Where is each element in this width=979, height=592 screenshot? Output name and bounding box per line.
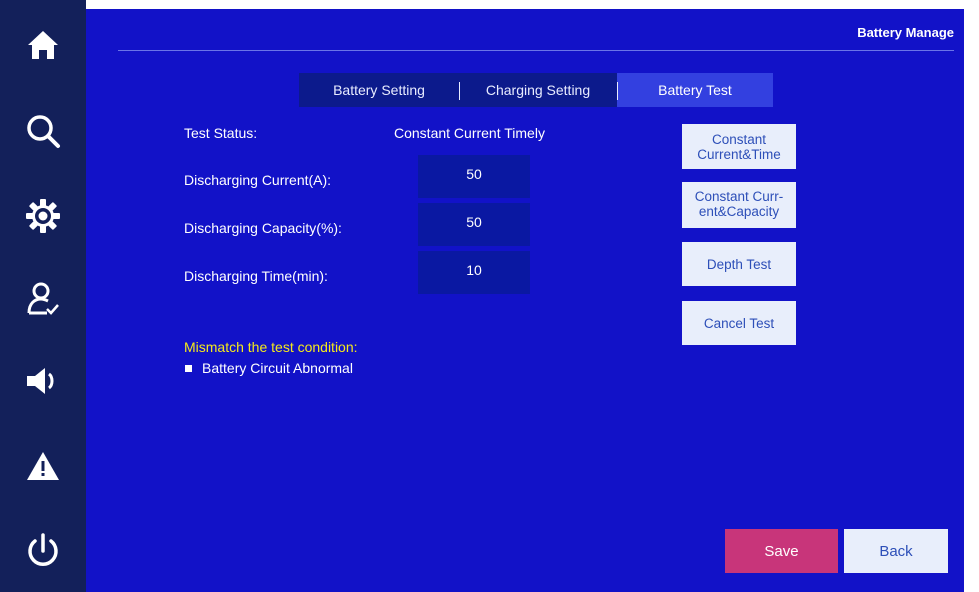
button-label-line: Constant Curr- (694, 188, 784, 204)
tab-battery-setting[interactable]: Battery Setting (299, 73, 459, 107)
test-status-label: Test Status: (184, 125, 258, 141)
sidebar-item-user[interactable] (0, 264, 86, 334)
discharging-time-input[interactable]: 10 (418, 251, 530, 294)
button-label-line: ent&Capacity (698, 203, 780, 219)
sidebar-item-sound[interactable] (0, 346, 86, 416)
home-icon (28, 31, 58, 59)
user-check-icon (27, 282, 59, 315)
tab-battery-test[interactable]: Battery Test (617, 73, 773, 107)
sidebar-item-power[interactable] (0, 516, 86, 586)
main-panel: Battery Manage Battery Setting Charging … (86, 9, 964, 592)
gear-icon (26, 199, 60, 233)
discharging-capacity-label: Discharging Capacity(%): (184, 220, 342, 236)
title-divider (118, 50, 954, 51)
depth-test-button[interactable]: Depth Test (682, 242, 796, 286)
tab-divider (617, 82, 618, 100)
discharging-current-input[interactable]: 50 (418, 155, 530, 198)
page-title: Battery Manage (857, 25, 954, 40)
search-icon (27, 115, 60, 148)
test-status-value: Constant Current Timely (394, 125, 545, 141)
list-item: Battery Circuit Abnormal (184, 360, 353, 376)
tab-charging-setting[interactable]: Charging Setting (459, 73, 617, 107)
constant-current-time-button[interactable]: Constant Current&Time (682, 124, 796, 169)
constant-current-capacity-button[interactable]: Constant Curr- ent&Capacity (682, 182, 796, 228)
sidebar (0, 0, 86, 592)
tab-bar: Battery Setting Charging Setting Battery… (299, 73, 773, 107)
save-button[interactable]: Save (725, 529, 838, 573)
back-button[interactable]: Back (844, 529, 948, 573)
mismatch-warning-title: Mismatch the test condition: (184, 339, 358, 355)
warning-icon (27, 452, 59, 480)
sidebar-item-settings[interactable] (0, 181, 86, 251)
button-label-line: Current&Time (697, 146, 781, 162)
sidebar-item-alarm[interactable] (0, 431, 86, 501)
sidebar-item-search[interactable] (0, 96, 86, 166)
bullet-icon (185, 364, 192, 372)
warning-item-text: Battery Circuit Abnormal (202, 360, 353, 376)
sidebar-item-home[interactable] (0, 10, 86, 80)
tab-divider (459, 82, 460, 100)
power-icon (28, 533, 58, 566)
button-label-line: Constant (711, 131, 767, 147)
discharging-current-label: Discharging Current(A): (184, 172, 332, 188)
discharging-capacity-input[interactable]: 50 (418, 203, 530, 246)
discharging-time-label: Discharging Time(min): (184, 268, 328, 284)
cancel-test-button[interactable]: Cancel Test (682, 301, 796, 345)
speaker-icon (27, 368, 54, 394)
